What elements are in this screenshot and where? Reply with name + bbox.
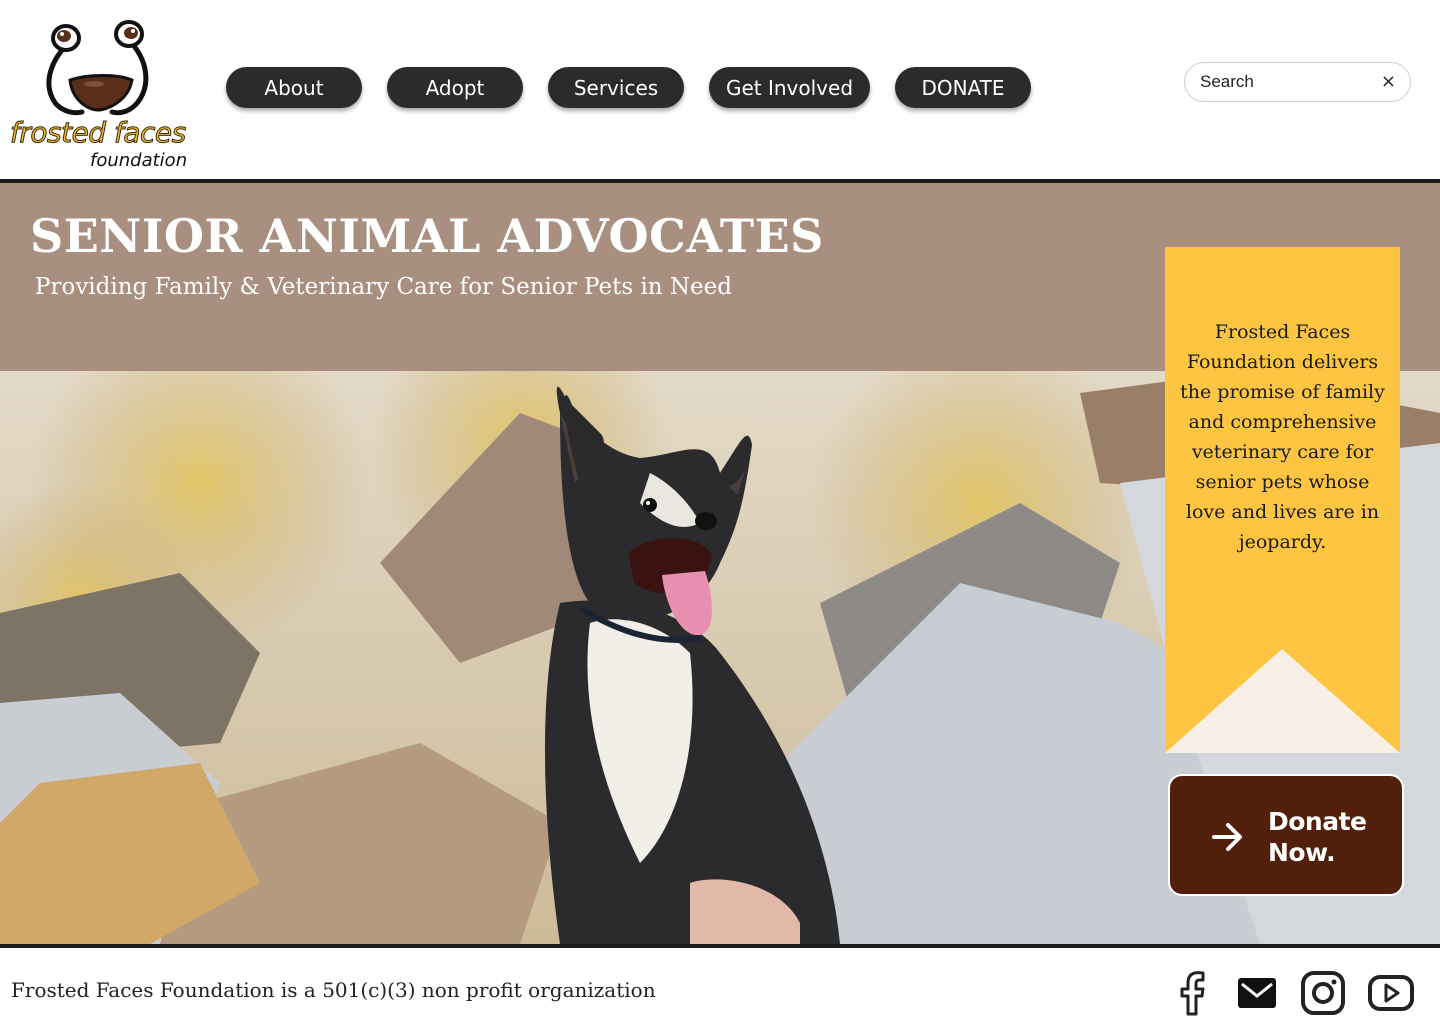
arrow-right-icon — [1212, 823, 1242, 851]
hero-title: SENIOR ANIMAL ADVOCATES — [30, 209, 824, 263]
footer-divider — [0, 944, 1440, 948]
site-logo[interactable]: frosted faces foundation — [8, 18, 194, 174]
hero-section: SENIOR ANIMAL ADVOCATES Providing Family… — [0, 183, 1440, 944]
email-icon[interactable] — [1234, 970, 1280, 1016]
nonprofit-statement: Frosted Faces Foundation is a 501(c)(3) … — [11, 978, 656, 1002]
mission-statement: Frosted Faces Foundation delivers the pr… — [1180, 321, 1385, 553]
logo-subtitle: foundation — [90, 150, 188, 171]
nav-get-involved-button[interactable]: Get Involved — [709, 67, 870, 108]
hero-subtitle: Providing Family & Veterinary Care for S… — [35, 274, 732, 300]
donate-now-button[interactable]: Donate Now. — [1168, 774, 1404, 896]
nav-services-button[interactable]: Services — [548, 67, 684, 108]
nav-donate-button[interactable]: DONATE — [895, 67, 1031, 108]
logo-wordmark: frosted faces — [10, 116, 187, 150]
ribbon-notch — [1165, 649, 1400, 753]
site-header: frosted faces foundation About Adopt Ser… — [0, 0, 1440, 179]
nav-about-button[interactable]: About — [226, 67, 362, 108]
close-icon[interactable]: × — [1381, 71, 1396, 92]
instagram-icon[interactable] — [1300, 970, 1346, 1016]
nav-adopt-button[interactable]: Adopt — [387, 67, 523, 108]
mission-ribbon: Frosted Faces Foundation delivers the pr… — [1165, 247, 1400, 753]
search-input[interactable] — [1200, 71, 1370, 93]
youtube-icon[interactable] — [1368, 970, 1414, 1016]
facebook-icon[interactable] — [1170, 970, 1216, 1016]
search-box: × — [1184, 62, 1411, 102]
logo-dog-face-icon — [46, 20, 149, 116]
donate-now-label: Donate Now. — [1268, 807, 1367, 867]
